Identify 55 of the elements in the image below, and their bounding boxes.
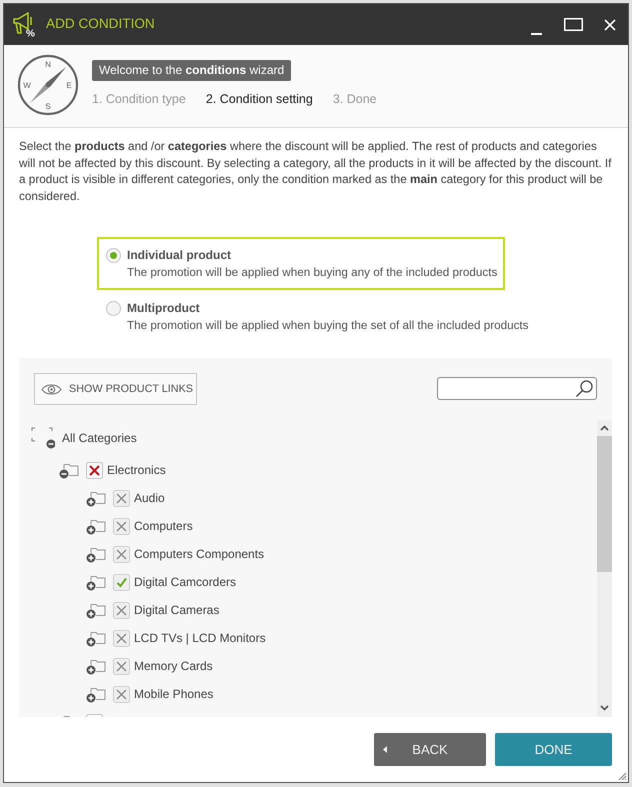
- option-description: The promotion will be applied when buying the set of all the included products: [127, 318, 529, 334]
- wizard-step: 2. Condition setting: [206, 90, 313, 109]
- folder-plus-icon[interactable]: [86, 602, 106, 619]
- maximize-icon: [564, 18, 582, 31]
- search-icon[interactable]: [575, 379, 594, 398]
- back-button[interactable]: BACK: [374, 733, 486, 766]
- tree-item-label[interactable]: LCD TVs | LCD Monitors: [134, 629, 266, 648]
- tree-item-label[interactable]: Computers Components: [134, 545, 264, 564]
- radio-button[interactable]: [106, 301, 121, 316]
- intro-paragraph: Select the products and /or categories where the discount will be applied. The rest of products and categories will not be affected by this discount. By selecting a category, all the products in it will be affected by the discount. If a product is visible in different categories, only the condition marked as the main category for this product will be considered.: [19, 139, 612, 205]
- crossed-checkbox[interactable]: [113, 518, 130, 535]
- selected-option-card[interactable]: Individual product The promotion will be applied when buying any of the included products: [97, 237, 505, 290]
- partial-checkbox[interactable]: [86, 462, 103, 479]
- eye-icon: [41, 382, 62, 396]
- tree-item-label[interactable]: Digital Camcorders: [134, 573, 236, 592]
- crossed-checkbox[interactable]: [113, 490, 130, 507]
- tree-item-label[interactable]: Digital Cameras: [134, 601, 220, 620]
- caret-left-icon: [383, 746, 387, 753]
- tree-item-label[interactable]: Memory Cards: [134, 657, 213, 676]
- tree-item-label[interactable]: Audio: [134, 489, 165, 508]
- window-title: ADD CONDITION: [46, 15, 155, 34]
- resize-grip-icon[interactable]: [617, 771, 627, 781]
- radio-button[interactable]: [106, 248, 121, 264]
- folder-plus-icon[interactable]: [86, 546, 106, 563]
- wizard-step: 1. Condition type: [92, 90, 186, 109]
- scrollbar-thumb[interactable]: [597, 436, 612, 572]
- crossed-checkbox[interactable]: [113, 658, 130, 675]
- tree-item-label[interactable]: Electronics: [107, 461, 166, 480]
- folder-plus-icon[interactable]: [86, 630, 106, 647]
- scrollbar[interactable]: [597, 420, 612, 717]
- crossed-checkbox[interactable]: [113, 546, 130, 563]
- folder-plus-icon[interactable]: [86, 518, 106, 535]
- checked-checkbox[interactable]: [113, 574, 130, 591]
- crossed-checkbox[interactable]: [113, 630, 130, 647]
- collapse-all-icon[interactable]: [31, 427, 55, 450]
- tree-item-label[interactable]: Mobile Phones: [134, 685, 214, 704]
- folder-plus-icon[interactable]: [86, 686, 106, 703]
- minimize-icon: [530, 32, 542, 34]
- crossed-checkbox[interactable]: [113, 686, 130, 703]
- folder-plus-icon[interactable]: [86, 574, 106, 591]
- option-title: Individual product: [127, 247, 232, 264]
- folder-plus-icon[interactable]: [86, 490, 106, 507]
- search-field[interactable]: [437, 377, 597, 400]
- folder-minus-icon[interactable]: [59, 462, 79, 479]
- compass-icon: N W E S: [17, 54, 79, 116]
- tree-item-label[interactable]: Computers: [134, 517, 193, 536]
- option-title: Multiproduct: [127, 300, 201, 318]
- crossed-checkbox[interactable]: [113, 602, 130, 619]
- welcome-badge: Welcome to the conditions wizard: [92, 60, 292, 81]
- show-product-links-button[interactable]: SHOW PRODUCT LINKS: [34, 373, 197, 406]
- close-icon: [604, 18, 616, 30]
- folder-plus-icon[interactable]: [86, 658, 106, 675]
- tree-root-label[interactable]: All Categories: [62, 429, 137, 448]
- wizard-step: 3. Done: [332, 90, 377, 109]
- option-description: The promotion will be applied when buying any of the included products: [127, 265, 498, 282]
